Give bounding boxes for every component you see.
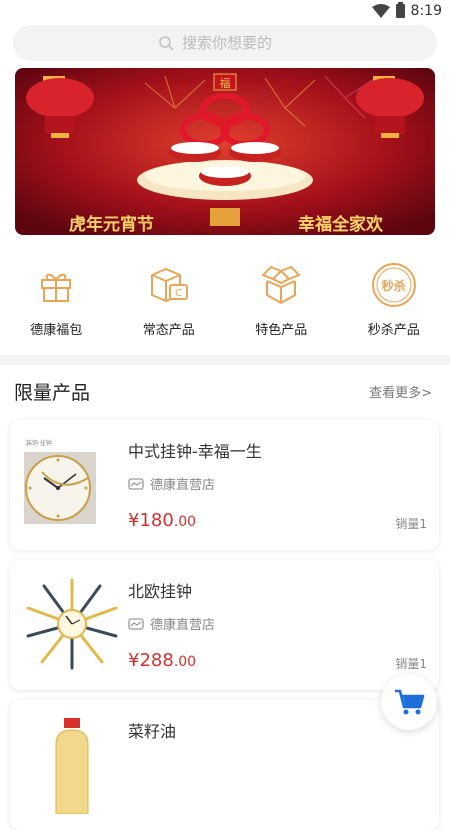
sales-count: 销量1 [395, 515, 427, 532]
product-name: 北欧挂钟 [128, 578, 192, 602]
store-name: 德康直营店 [150, 614, 215, 633]
cart-icon [393, 687, 425, 717]
banner-right-text: 幸福全家欢 [298, 210, 383, 235]
view-more-link[interactable]: 查看更多> [369, 382, 432, 401]
svg-text:C: C [175, 288, 182, 299]
status-bar: 8:19 [0, 0, 450, 24]
price-decimal: .00 [174, 514, 196, 530]
price-integer: ¥288 [128, 650, 174, 671]
section-title: 限量产品 [14, 378, 90, 405]
svg-text:福: 福 [220, 76, 231, 90]
category-item-fubao[interactable]: 德康福包 [0, 255, 113, 345]
product-price: ¥288.00 [128, 650, 196, 671]
category-label: 秒杀产品 [368, 319, 420, 338]
product-image-clock-gold: 装饰·挂钟 [22, 434, 122, 534]
category-nav: 德康福包 C 常态产品 特色产品 [0, 255, 450, 345]
product-price: ¥180.00 [128, 510, 196, 531]
product-name: 菜籽油 [128, 718, 176, 742]
product-name: 中式挂钟-幸福一生 [128, 438, 262, 462]
store-icon [128, 477, 144, 491]
search-input[interactable] [182, 34, 292, 52]
category-label: 常态产品 [143, 319, 195, 338]
store-name: 德康直营店 [150, 474, 215, 493]
store-icon [128, 617, 144, 631]
section-header: 限量产品 查看更多> [14, 378, 432, 405]
category-label: 特色产品 [255, 319, 307, 338]
box-coin-icon: C [148, 265, 190, 305]
gift-icon [36, 265, 76, 305]
store-info: 德康直营店 [128, 474, 215, 493]
category-item-flash-sale[interactable]: 秒杀 秒杀产品 [338, 255, 450, 345]
price-integer: ¥180 [128, 510, 174, 531]
sales-count: 销量1 [395, 655, 427, 672]
category-label: 德康福包 [30, 319, 82, 338]
status-time: 8:19 [411, 3, 442, 19]
battery-icon [396, 4, 405, 18]
category-item-regular[interactable]: C 常态产品 [113, 255, 226, 345]
search-icon [158, 35, 174, 51]
product-card[interactable]: 菜籽油 [10, 700, 439, 830]
svg-text:装饰·挂钟: 装饰·挂钟 [26, 439, 52, 447]
store-info: 德康直营店 [128, 614, 215, 633]
flash-sale-badge-text: 秒杀 [382, 277, 406, 294]
wifi-icon [372, 4, 390, 18]
search-bar[interactable] [13, 25, 437, 61]
banner-left-text: 虎年元宵节 [69, 210, 154, 235]
category-item-featured[interactable]: 特色产品 [225, 255, 338, 345]
cart-button[interactable] [381, 674, 437, 730]
product-card[interactable]: 装饰·挂钟 中式挂钟-幸福一生 德康直营店 ¥180.00 销量1 [10, 420, 439, 550]
product-image-clock-sunburst [22, 574, 122, 674]
promo-banner[interactable]: 福 虎年元宵节 幸福全家欢 [15, 68, 435, 235]
section-divider [0, 355, 450, 365]
open-box-icon [261, 265, 301, 305]
price-decimal: .00 [174, 654, 196, 670]
banner-caption: 虎年元宵节 幸福全家欢 [15, 209, 435, 235]
product-card[interactable]: 北欧挂钟 德康直营店 ¥288.00 销量1 [10, 560, 439, 690]
product-image-oil-bottle [22, 714, 122, 814]
